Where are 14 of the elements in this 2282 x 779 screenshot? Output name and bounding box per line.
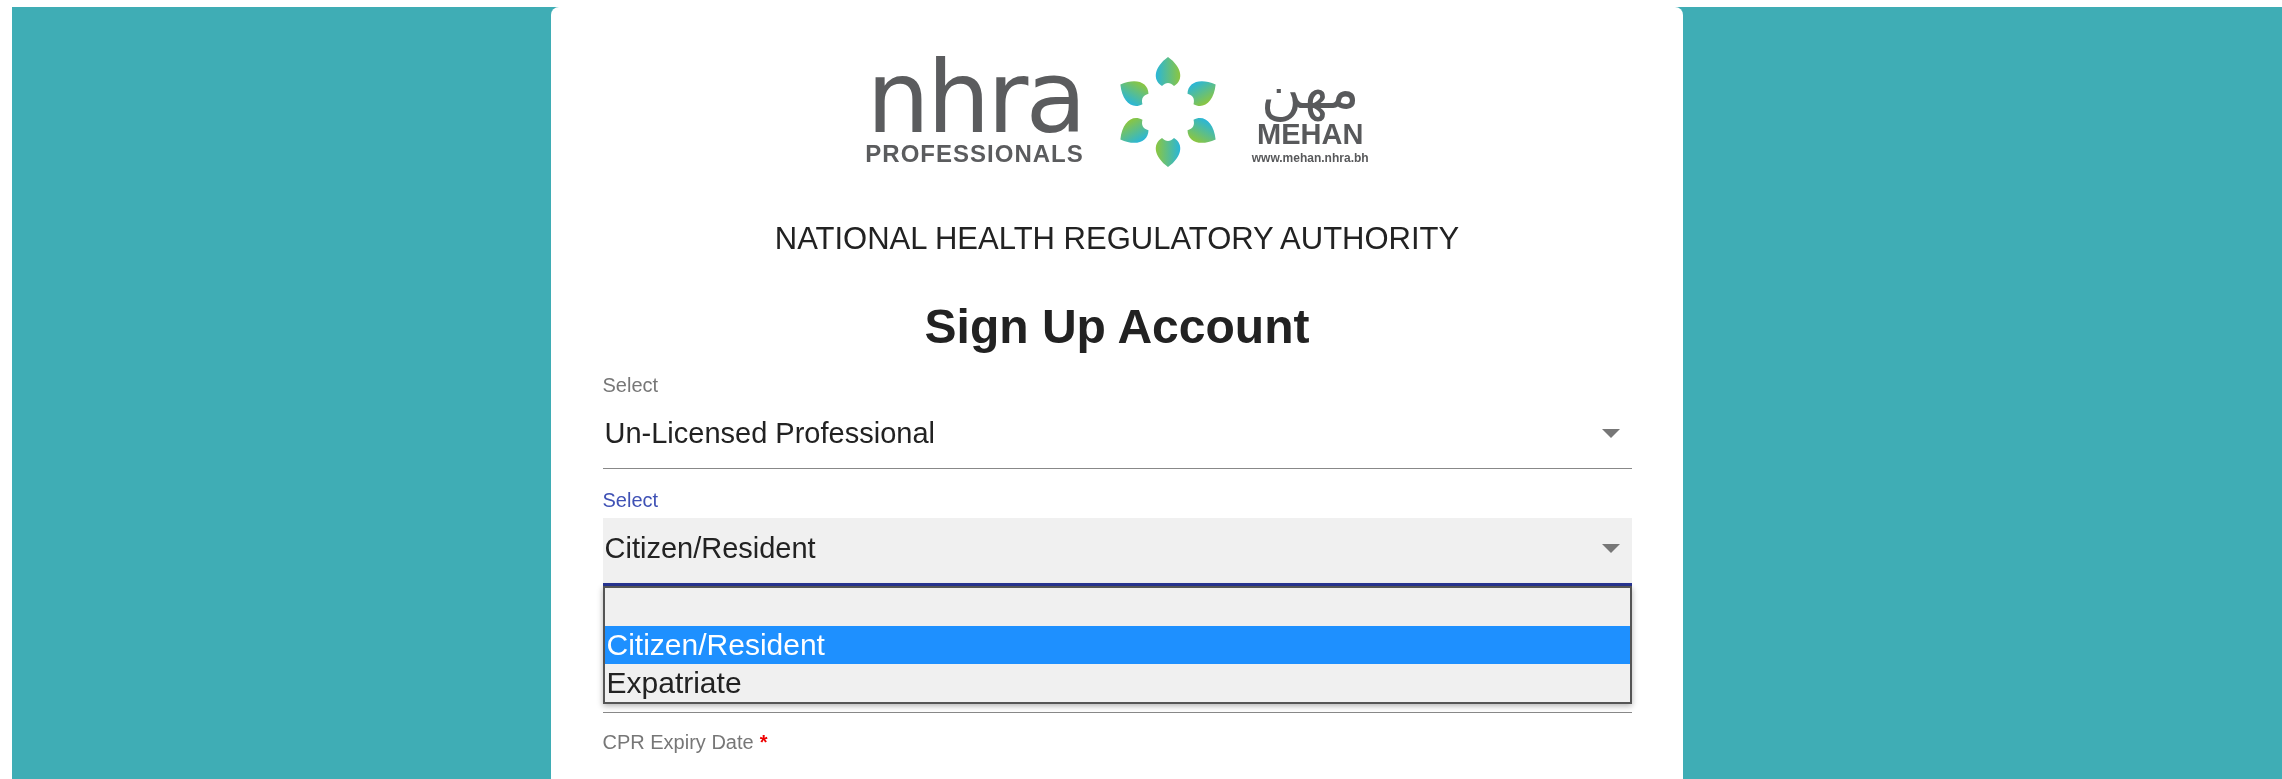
dropdown-option[interactable]: Expatriate [604, 664, 1630, 702]
required-asterisk: * [759, 731, 768, 753]
page-title: Sign Up Account [924, 299, 1310, 354]
caret-icon [1601, 544, 1620, 553]
authority-name: NATIONAL HEALTH REGULATORY AUTHORITY [774, 221, 1460, 257]
logo-url: www.mehan.nhra.bh [1251, 150, 1369, 165]
field-label: Select [602, 489, 660, 512]
select-field[interactable]: Un-Licensed Professional [602, 403, 1632, 469]
caret-icon [1601, 429, 1620, 438]
logo-wordmark: nhra [866, 56, 1084, 140]
field-label: CPR Expiry Date [602, 731, 754, 753]
select-field[interactable]: Citizen/Resident [602, 518, 1632, 586]
logo-subtitle: PROFESSIONALS [865, 140, 1084, 168]
field-label: Select [602, 374, 660, 397]
